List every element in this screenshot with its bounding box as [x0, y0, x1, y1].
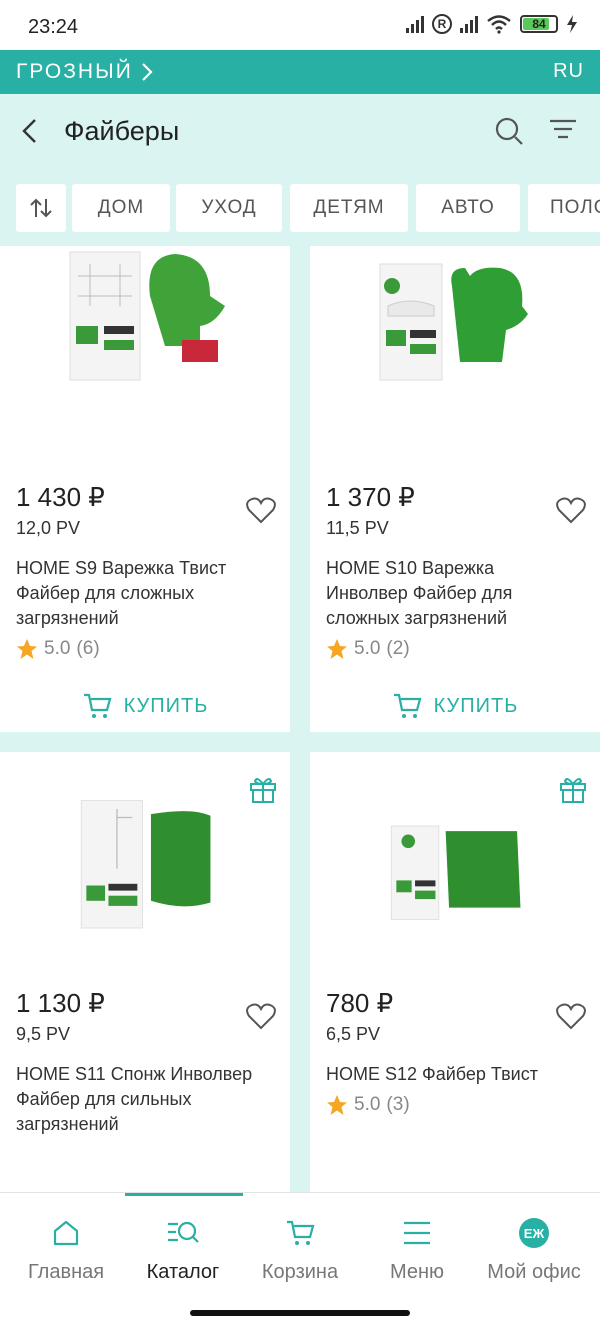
- status-icons: R 84: [406, 14, 578, 34]
- cart-icon: [393, 693, 422, 718]
- product-name[interactable]: HOME S10 Варежка Инволвер Файбер для сло…: [326, 556, 576, 631]
- gesture-bar: [0, 1302, 600, 1332]
- city-selector[interactable]: ГРОЗНЫЙ: [16, 60, 153, 84]
- registered-icon: R: [432, 14, 452, 34]
- product-pv: 11,5 PV: [326, 518, 389, 538]
- cart-icon: [287, 1220, 315, 1245]
- nav-label: Меню: [389, 1261, 445, 1283]
- nav-item-menu[interactable]: Меню: [357, 1193, 477, 1293]
- rating-value: 5.0: [354, 638, 381, 659]
- nav-label: Главная: [27, 1261, 105, 1283]
- nav-label: Каталог: [146, 1261, 220, 1283]
- product-image: [379, 263, 528, 381]
- product-image: [390, 825, 521, 920]
- chevron-right-icon: [142, 63, 153, 81]
- product-price: 1 130 ₽: [16, 988, 105, 1018]
- home-icon: [53, 1220, 79, 1246]
- product-name[interactable]: HOME S12 Файбер Твист: [326, 1062, 576, 1087]
- star-icon: [17, 639, 37, 659]
- region-bar: ГРОЗНЫЙ RU: [0, 50, 600, 94]
- cart-icon: [83, 693, 112, 718]
- sort-button[interactable]: [16, 184, 66, 232]
- battery-icon: 84: [520, 15, 558, 33]
- review-count: (2): [386, 638, 410, 659]
- chip-avto[interactable]: АВТО: [416, 184, 520, 232]
- status-time: 23:24: [28, 16, 79, 38]
- menu-icon: [404, 1221, 430, 1245]
- nav-item-catalog[interactable]: Каталог: [123, 1193, 243, 1293]
- avatar: ЕЖ: [519, 1218, 549, 1248]
- back-arrow-icon[interactable]: [16, 116, 46, 146]
- chip-dom[interactable]: ДОМ: [72, 184, 170, 232]
- product-pv: 12,0 PV: [16, 518, 81, 538]
- page-header: Файберы: [0, 94, 600, 176]
- language-selector[interactable]: RU: [553, 60, 584, 83]
- heart-icon[interactable]: [556, 1002, 586, 1030]
- filter-icon[interactable]: [548, 118, 578, 144]
- heart-icon[interactable]: [556, 496, 586, 524]
- charging-bolt-icon: [567, 15, 577, 33]
- star-icon: [327, 639, 347, 659]
- buy-button[interactable]: КУПИТЬ: [310, 678, 600, 734]
- catalog-search-icon: [168, 1221, 199, 1243]
- signal-icon-2: [460, 15, 478, 33]
- product-price: 1 430 ₽: [16, 482, 105, 512]
- buy-button[interactable]: КУПИТЬ: [0, 678, 290, 734]
- rating-value: 5.0: [354, 1094, 381, 1115]
- chip-uhod[interactable]: УХОД: [176, 184, 282, 232]
- product-card[interactable]: 1 130 ₽ 9,5 PV HOME S11 Спонж Инволвер Ф…: [0, 752, 290, 1192]
- nav-item-home[interactable]: Главная: [6, 1193, 126, 1293]
- filter-chips: ДОМ УХОД ДЕТЯМ АВТО ПОЛО: [0, 176, 600, 242]
- nav-label: Мой офис: [487, 1261, 581, 1283]
- product-image: [69, 251, 225, 381]
- buy-label: КУПИТЬ: [123, 694, 209, 717]
- product-price: 780 ₽: [326, 988, 394, 1018]
- product-card[interactable]: 1 430 ₽ 12,0 PV HOME S9 Варежка Твист Фа…: [0, 246, 290, 732]
- review-count: (3): [386, 1094, 410, 1115]
- nav-label: Корзина: [261, 1261, 339, 1283]
- product-rating: 5.0 (3): [326, 1094, 410, 1116]
- city-label: ГРОЗНЫЙ: [16, 60, 133, 83]
- product-image: [80, 800, 211, 929]
- product-pv: 6,5 PV: [326, 1024, 381, 1044]
- star-icon: [327, 1095, 347, 1115]
- heart-icon[interactable]: [246, 1002, 276, 1030]
- buy-label: КУПИТЬ: [433, 694, 519, 717]
- bottom-navigation: Главная Каталог Корзина Меню ЕЖ Мой офис: [0, 1192, 600, 1302]
- signal-icon: [406, 15, 424, 33]
- heart-icon[interactable]: [246, 496, 276, 524]
- status-bar: 23:24 R 84: [0, 0, 600, 50]
- product-name[interactable]: HOME S9 Варежка Твист Файбер для сложных…: [16, 556, 266, 631]
- product-pv: 9,5 PV: [16, 1024, 71, 1044]
- product-rating: 5.0 (6): [16, 638, 100, 660]
- chip-detyam[interactable]: ДЕТЯМ: [290, 184, 408, 232]
- product-price: 1 370 ₽: [326, 482, 415, 512]
- search-icon[interactable]: [494, 116, 524, 146]
- nav-item-office[interactable]: ЕЖ Мой офис: [474, 1193, 594, 1293]
- product-card[interactable]: 1 370 ₽ 11,5 PV HOME S10 Варежка Инволве…: [310, 246, 600, 732]
- sort-arrows-icon: [30, 198, 52, 218]
- page-title: Файберы: [64, 116, 180, 146]
- chip-polo[interactable]: ПОЛО: [528, 184, 600, 232]
- wifi-icon: [487, 15, 511, 34]
- rating-value: 5.0: [44, 638, 71, 659]
- product-grid: 1 430 ₽ 12,0 PV HOME S9 Варежка Твист Фа…: [0, 246, 600, 1192]
- product-rating: 5.0 (2): [326, 638, 410, 660]
- nav-item-cart[interactable]: Корзина: [240, 1193, 360, 1293]
- product-card[interactable]: 780 ₽ 6,5 PV HOME S12 Файбер Твист 5.0 (…: [310, 752, 600, 1192]
- review-count: (6): [76, 638, 100, 659]
- home-indicator[interactable]: [190, 1310, 410, 1316]
- product-name[interactable]: HOME S11 Спонж Инволвер Файбер для сильн…: [16, 1062, 266, 1137]
